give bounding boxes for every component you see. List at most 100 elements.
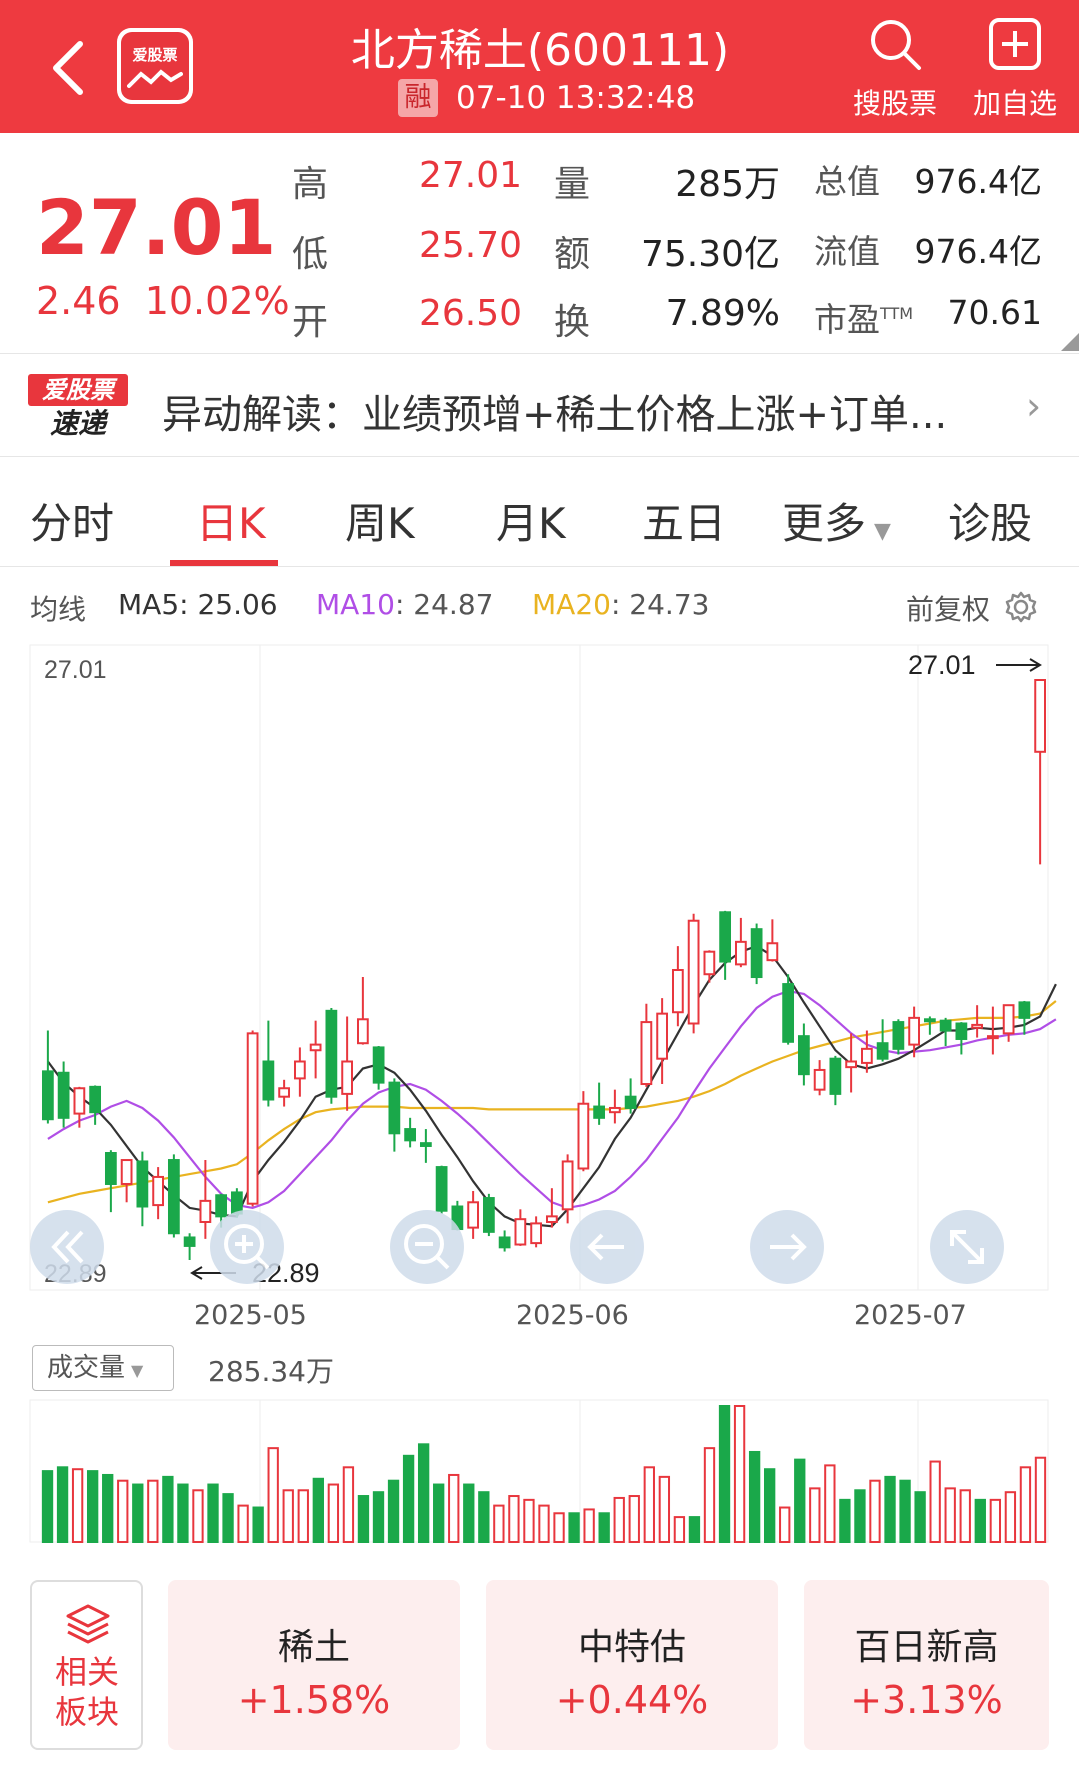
tab-five-day[interactable]: 五日 bbox=[642, 490, 726, 551]
tab-daily-k[interactable]: 日K bbox=[196, 490, 266, 551]
sector-name: 稀土 bbox=[277, 1627, 350, 1668]
divider bbox=[0, 456, 1079, 457]
tab-intraday[interactable]: 分时 bbox=[30, 490, 114, 551]
volume-bar bbox=[508, 1495, 520, 1544]
volume-bars bbox=[41, 1405, 1047, 1544]
sector-card[interactable]: 稀土 +1.58% bbox=[168, 1580, 460, 1750]
candle bbox=[1018, 1000, 1031, 1035]
volume-bar bbox=[282, 1489, 294, 1543]
logo-text: 爱股票 bbox=[132, 46, 178, 64]
ma20-number: : 24.73 bbox=[610, 588, 710, 621]
ma10-name: MA10 bbox=[316, 588, 395, 621]
date-label-may: 2025-05 bbox=[194, 1300, 307, 1331]
volume-bar bbox=[162, 1475, 174, 1543]
search-stock-button[interactable]: 搜股票 bbox=[840, 16, 950, 122]
scroll-left-button[interactable] bbox=[570, 1210, 644, 1284]
price-max-label: 27.01 bbox=[44, 656, 107, 684]
low-value: 25.70 bbox=[418, 225, 522, 266]
kline-chart[interactable]: 27.01 22.89 27.01 22.89 bbox=[0, 640, 1079, 1550]
volume-bar bbox=[643, 1466, 655, 1543]
volume-bar bbox=[402, 1454, 415, 1543]
expand-corner-icon[interactable] bbox=[1061, 333, 1079, 351]
volume-bar bbox=[658, 1475, 671, 1543]
news-banner[interactable]: 爱股票 速递 异动解读：业绩预增+稀土价格上涨+订单... › bbox=[0, 354, 1079, 456]
candle bbox=[766, 919, 779, 962]
pe-value: 70.61 bbox=[947, 293, 1042, 332]
candle bbox=[278, 1079, 291, 1107]
tab-weekly-k[interactable]: 周K bbox=[345, 490, 415, 551]
volume-bar bbox=[523, 1498, 535, 1543]
sector-change: +0.44% bbox=[555, 1678, 709, 1722]
add-watchlist-button[interactable]: 加自选 bbox=[960, 16, 1070, 122]
related-sectors-button[interactable]: 相关 板块 bbox=[30, 1580, 143, 1750]
ma10-number: : 24.87 bbox=[394, 588, 494, 621]
dropdown-triangle-icon: ▼ bbox=[874, 519, 891, 544]
candle-body bbox=[356, 1018, 369, 1045]
total-cap-label: 总值 bbox=[814, 162, 880, 201]
rewind-button[interactable] bbox=[30, 1210, 104, 1284]
candle-body bbox=[41, 1070, 54, 1121]
change-percent: 10.02% bbox=[144, 279, 290, 323]
date-label-june: 2025-06 bbox=[516, 1300, 629, 1331]
volume-bar bbox=[598, 1512, 610, 1543]
ma5-line bbox=[47, 944, 1057, 1228]
tab-monthly-k[interactable]: 月K bbox=[496, 490, 566, 551]
sector-name: 中特估 bbox=[577, 1627, 686, 1668]
back-arrow-icon[interactable] bbox=[44, 38, 94, 98]
volume-total-value: 285.34万 bbox=[208, 1355, 334, 1388]
price-change: 2.46 10.02% bbox=[36, 279, 290, 323]
sector-card[interactable]: 百日新高 +3.13% bbox=[804, 1580, 1049, 1750]
gear-icon[interactable] bbox=[1004, 590, 1038, 624]
zoom-out-button[interactable] bbox=[390, 1210, 464, 1284]
volume-bar bbox=[177, 1483, 189, 1544]
sector-change: +1.58% bbox=[237, 1678, 391, 1722]
app-logo[interactable]: 爱股票 bbox=[117, 28, 193, 104]
candle-body bbox=[435, 1166, 448, 1212]
candle-body bbox=[876, 1042, 889, 1060]
candle-body bbox=[766, 942, 779, 962]
candle-body bbox=[640, 1021, 653, 1086]
arrow-left-icon bbox=[587, 1233, 624, 1261]
volume-selector[interactable]: 成交量 ▼ bbox=[32, 1345, 174, 1391]
candle bbox=[719, 910, 732, 980]
candle-body bbox=[199, 1199, 212, 1223]
candle-body bbox=[561, 1160, 574, 1211]
volume-bar bbox=[854, 1489, 866, 1543]
sector-card[interactable]: 中特估 +0.44% bbox=[486, 1580, 778, 1750]
low-label: 低 bbox=[292, 234, 329, 275]
candle-body bbox=[624, 1095, 637, 1109]
candle bbox=[876, 1019, 889, 1062]
candle bbox=[467, 1191, 480, 1239]
fullscreen-button[interactable] bbox=[930, 1210, 1004, 1284]
search-icon bbox=[871, 20, 921, 70]
candle bbox=[435, 1165, 448, 1214]
candle-body bbox=[89, 1085, 102, 1114]
news-badge-bottom: 速递 bbox=[49, 407, 106, 440]
scroll-right-button[interactable] bbox=[750, 1210, 824, 1284]
volume-bar bbox=[222, 1493, 234, 1543]
date-label-july: 2025-07 bbox=[854, 1300, 967, 1331]
volume-bar bbox=[568, 1512, 580, 1543]
divider bbox=[0, 566, 1079, 567]
stock-title: 北方稀土(600111) bbox=[350, 25, 730, 76]
candle bbox=[404, 1117, 417, 1148]
candle-body bbox=[530, 1222, 543, 1245]
volume-bar bbox=[944, 1487, 956, 1544]
adjust-label[interactable]: 前复权 bbox=[906, 588, 990, 628]
candle bbox=[1034, 679, 1047, 865]
volume-bar bbox=[959, 1489, 971, 1543]
zoom-in-button[interactable] bbox=[210, 1210, 284, 1284]
volume-bar bbox=[463, 1483, 475, 1544]
chart-tabs: 分时 日K 周K 月K 五日 更多 ▼ 诊股 bbox=[0, 460, 1079, 566]
tab-diagnose[interactable]: 诊股 bbox=[948, 490, 1032, 551]
volume-bar bbox=[824, 1464, 836, 1544]
candle bbox=[860, 1030, 873, 1073]
related-label-line2: 板块 bbox=[54, 1693, 119, 1731]
volume-bar bbox=[71, 1468, 84, 1543]
candle bbox=[671, 946, 684, 1027]
candle bbox=[829, 1055, 842, 1106]
candle bbox=[892, 1019, 905, 1055]
candle-body bbox=[734, 940, 747, 966]
candle-body bbox=[813, 1068, 826, 1091]
tab-more[interactable]: 更多 ▼ bbox=[782, 490, 891, 551]
